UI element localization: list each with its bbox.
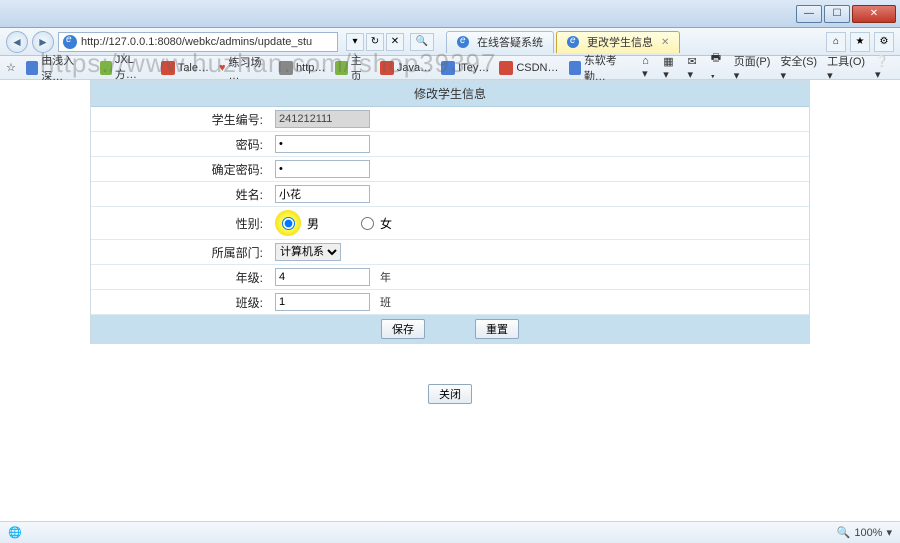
reset-button[interactable]: 重置 (475, 319, 519, 339)
password-label: 密码: (91, 133, 269, 156)
status-globe-icon: 🌐 (8, 526, 22, 539)
tab-favicon (567, 36, 579, 48)
zoom-level: 100% (854, 527, 882, 539)
class-suffix: 班 (380, 294, 391, 310)
zoom-dropdown-icon[interactable]: ▾ (886, 526, 892, 539)
favicon (499, 61, 513, 75)
cmd-tools[interactable]: 工具(O) ▾ (827, 53, 867, 82)
name-input[interactable] (275, 185, 370, 203)
class-input[interactable] (275, 293, 370, 311)
department-select[interactable]: 计算机系 (275, 243, 341, 261)
row-gender: 性别: 男 女 (91, 207, 809, 240)
row-class: 班级: 班 (91, 290, 809, 315)
bookmark-item[interactable]: 东软考勤… (569, 52, 633, 84)
nav-back-button[interactable]: ◄ (6, 31, 28, 53)
button-row: 保存 重置 (91, 315, 809, 343)
cmd-safety[interactable]: 安全(S) ▾ (780, 53, 819, 82)
class-label: 班级: (91, 291, 269, 314)
cmd-mail[interactable]: ✉ ▾ (687, 55, 702, 81)
gender-female-radio[interactable] (361, 217, 374, 230)
gender-male-radio[interactable] (282, 217, 295, 230)
confirm-password-label: 确定密码: (91, 158, 269, 181)
save-button[interactable]: 保存 (381, 319, 425, 339)
grade-input[interactable] (275, 268, 370, 286)
department-label: 所属部门: (91, 241, 269, 264)
highlight-circle (275, 210, 301, 236)
tab-favicon (457, 36, 469, 48)
close-button[interactable]: 关闭 (428, 384, 472, 404)
grade-label: 年级: (91, 266, 269, 289)
student-id-label: 学生编号: (91, 108, 269, 131)
window-titlebar: — ☐ ✕ (0, 0, 900, 28)
cmd-rss[interactable]: ▦ ▾ (663, 55, 679, 81)
gender-female-label: 女 (380, 215, 392, 232)
favicon (569, 61, 581, 75)
confirm-password-input[interactable] (275, 160, 370, 178)
row-password: 密码: (91, 132, 809, 157)
window-minimize-button[interactable]: — (796, 5, 822, 23)
student-id-input (275, 110, 370, 128)
grade-suffix: 年 (380, 269, 391, 285)
row-confirm-password: 确定密码: (91, 157, 809, 182)
cmd-page[interactable]: 页面(P) ▾ (734, 53, 773, 82)
url-text: http://127.0.0.1:8080/webkc/admins/updat… (81, 36, 312, 48)
tab-close-icon[interactable]: ✕ (661, 37, 669, 48)
bookmark-item[interactable]: CSDN… (499, 61, 558, 75)
student-form: 修改学生信息 学生编号: 密码: 确定密码: 姓名: (90, 80, 810, 344)
window-maximize-button[interactable]: ☐ (824, 5, 850, 23)
favorites-star-icon[interactable]: ☆ (6, 61, 16, 74)
window-close-button[interactable]: ✕ (852, 5, 896, 23)
ie-icon (63, 35, 77, 49)
watermark-text: https://www.huzhan.com/ishop39397 (40, 48, 496, 79)
form-title: 修改学生信息 (91, 81, 809, 107)
name-label: 姓名: (91, 183, 269, 206)
password-input[interactable] (275, 135, 370, 153)
cmd-home[interactable]: ⌂ ▾ (642, 55, 655, 80)
row-department: 所属部门: 计算机系 (91, 240, 809, 265)
page-content: 修改学生信息 学生编号: 密码: 确定密码: 姓名: (0, 80, 900, 521)
row-student-id: 学生编号: (91, 107, 809, 132)
favicon (26, 61, 38, 75)
cmd-help[interactable]: ❔ ▾ (875, 55, 894, 81)
gender-male-label: 男 (307, 215, 319, 232)
row-name: 姓名: (91, 182, 809, 207)
zoom-icon[interactable]: 🔍 (837, 526, 851, 539)
status-bar: 🌐 🔍 100% ▾ (0, 521, 900, 543)
row-grade: 年级: 年 (91, 265, 809, 290)
gender-label: 性别: (91, 212, 269, 235)
